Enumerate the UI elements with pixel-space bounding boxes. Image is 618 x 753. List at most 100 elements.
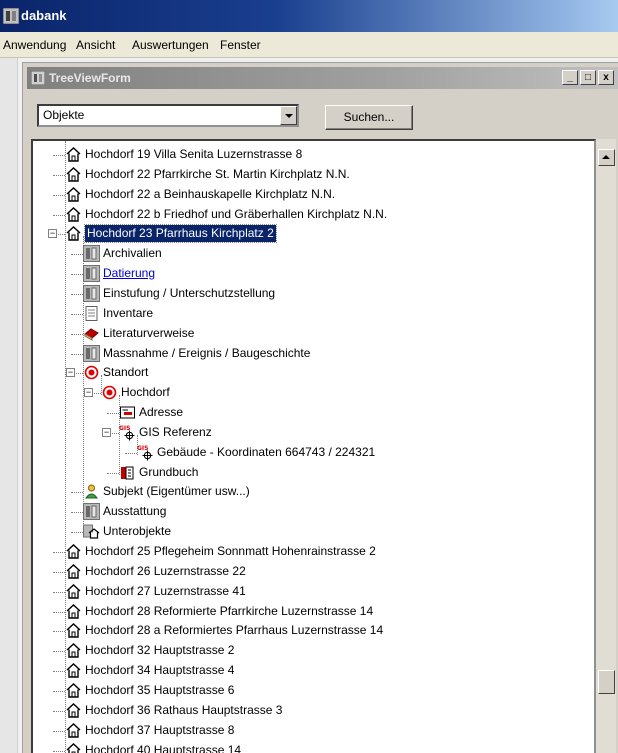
maximize-button[interactable]: □ bbox=[580, 70, 596, 85]
tree-item[interactable]: Hochdorf 26 Luzernstrasse 22 bbox=[65, 562, 594, 581]
svg-text:GIS: GIS bbox=[137, 445, 148, 452]
menu-fenster[interactable]: Fenster bbox=[220, 38, 261, 52]
minimize-button[interactable]: _ bbox=[562, 70, 578, 85]
tree-connector-line bbox=[53, 214, 65, 216]
house-icon bbox=[65, 702, 82, 719]
scroll-up-arrow-icon[interactable] bbox=[598, 149, 615, 166]
object-type-dropdown[interactable]: Objekte bbox=[37, 104, 299, 127]
window-titlebar[interactable]: TreeViewForm _ □ x bbox=[27, 67, 618, 89]
tree-connector-line bbox=[53, 690, 65, 692]
house-icon bbox=[65, 543, 82, 560]
tree-item[interactable]: Hochdorf 34 Hauptstrasse 4 bbox=[65, 661, 594, 680]
address-icon bbox=[119, 404, 136, 421]
da-icon bbox=[83, 245, 100, 263]
tree-item[interactable]: Hochdorf 25 Pflegeheim Sonnmatt Hohenrai… bbox=[65, 542, 594, 561]
tree-item[interactable]: Hochdorf 22 a Beinhauskapelle Kirchplatz… bbox=[65, 185, 594, 204]
house-icon bbox=[65, 146, 82, 163]
tree-collapse-toggle[interactable]: − bbox=[102, 427, 111, 437]
book-icon bbox=[83, 325, 100, 342]
app-title: dabank bbox=[21, 8, 67, 23]
gis-icon: GIS bbox=[137, 444, 154, 461]
tree-item-label: Hochdorf 34 Hauptstrasse 4 bbox=[85, 663, 235, 678]
tree-item[interactable]: Standort bbox=[83, 363, 594, 382]
tree-item[interactable]: GIS GIS Referenz bbox=[119, 423, 594, 442]
tree-connector-line bbox=[71, 313, 83, 315]
vertical-scrollbar[interactable] bbox=[596, 139, 616, 753]
tree-item[interactable]: Hochdorf 22 Pfarrkirche St. Martin Kirch… bbox=[65, 165, 594, 184]
tree-item[interactable]: Hochdorf 36 Rathaus Hauptstrasse 3 bbox=[65, 701, 594, 720]
tree-item[interactable]: Datierung bbox=[83, 264, 594, 283]
search-button[interactable]: Suchen... bbox=[325, 105, 413, 130]
dropdown-arrow-icon[interactable] bbox=[280, 106, 297, 125]
tree-item[interactable]: Hochdorf 28 Reformierte Pfarrkirche Luze… bbox=[65, 602, 594, 621]
tree-item-label: Hochdorf 26 Luzernstrasse 22 bbox=[85, 563, 246, 578]
tree-item[interactable]: Hochdorf 40 Hauptstrasse 14 bbox=[65, 741, 594, 753]
tree-item[interactable]: Hochdorf bbox=[101, 383, 594, 402]
tree-connector-line bbox=[53, 710, 65, 712]
tree-item-label: Hochdorf 22 Pfarrkirche St. Martin Kirch… bbox=[85, 166, 350, 181]
tree-collapse-toggle[interactable]: − bbox=[84, 388, 93, 398]
da-icon bbox=[83, 503, 100, 521]
location-icon bbox=[101, 384, 118, 401]
house-icon bbox=[65, 662, 82, 679]
tree-item[interactable]: GIS Gebäude - Koordinaten 664743 / 224321 bbox=[137, 443, 594, 462]
person-icon bbox=[83, 483, 100, 500]
tree-item-label: Archivalien bbox=[103, 246, 162, 261]
tree-item-label: Inventare bbox=[103, 305, 154, 320]
house-icon bbox=[65, 583, 82, 600]
tree-connector-line bbox=[53, 591, 65, 593]
scroll-thumb[interactable] bbox=[598, 670, 615, 694]
app-titlebar[interactable]: dabank bbox=[0, 0, 618, 32]
tree-view[interactable]: Hochdorf 19 Villa Senita Luzernstrasse 8… bbox=[31, 139, 596, 753]
tree-item-label: Hochdorf 37 Hauptstrasse 8 bbox=[85, 722, 235, 737]
menu-anwendung[interactable]: Anwendung bbox=[3, 38, 66, 52]
tree-item[interactable]: Subjekt (Eigentümer usw...) bbox=[83, 482, 594, 501]
house-icon bbox=[65, 166, 82, 183]
dropdown-value: Objekte bbox=[43, 108, 85, 122]
menu-ansicht[interactable]: Ansicht bbox=[76, 38, 115, 52]
background-window-edge bbox=[0, 58, 18, 753]
tree-item-label: Hochdorf 36 Rathaus Hauptstrasse 3 bbox=[85, 702, 283, 717]
close-button[interactable]: x bbox=[598, 70, 614, 85]
tree-connector-line bbox=[53, 571, 65, 573]
tree-item-label: Gebäude - Koordinaten 664743 / 224321 bbox=[157, 444, 376, 459]
tree-item[interactable]: Hochdorf 27 Luzernstrasse 41 bbox=[65, 582, 594, 601]
house-icon bbox=[65, 563, 82, 580]
tree-item[interactable]: Unterobjekte bbox=[83, 522, 594, 541]
tree-item[interactable]: Hochdorf 28 a Reformiertes Pfarrhaus Luz… bbox=[65, 621, 594, 640]
tree-collapse-toggle[interactable]: − bbox=[48, 229, 57, 239]
tree-connector-line bbox=[53, 194, 65, 196]
tree-item[interactable]: Ausstattung bbox=[83, 502, 594, 521]
tree-item[interactable]: Massnahme / Ereignis / Baugeschichte bbox=[83, 344, 594, 363]
window-title: TreeViewForm bbox=[49, 71, 131, 85]
app-logo-icon bbox=[2, 7, 20, 27]
tree-item-label: Hochdorf 19 Villa Senita Luzernstrasse 8 bbox=[85, 147, 303, 161]
tree-item[interactable]: Literaturverweise bbox=[83, 324, 594, 343]
tree-connector-line bbox=[107, 472, 119, 474]
tree-connector-line bbox=[53, 651, 65, 653]
house-icon bbox=[65, 642, 82, 659]
tree-connector-line bbox=[71, 492, 83, 494]
tree-item[interactable]: Einstufung / Unterschutzstellung bbox=[83, 284, 594, 303]
tree-item[interactable]: Adresse bbox=[119, 403, 594, 422]
da-icon bbox=[83, 284, 100, 302]
tree-item-label: Hochdorf 27 Luzernstrasse 41 bbox=[85, 583, 246, 598]
tree-item[interactable]: Hochdorf 19 Villa Senita Luzernstrasse 8 bbox=[65, 145, 594, 164]
tree-item-label: Hochdorf 22 b Friedhof und Gräberhallen … bbox=[85, 206, 388, 221]
tree-item[interactable]: Archivalien bbox=[83, 244, 594, 263]
tree-collapse-toggle[interactable]: − bbox=[66, 368, 75, 378]
treeview-window: TreeViewForm _ □ x Objekte Suchen... Hoc… bbox=[22, 62, 618, 753]
tree-item[interactable]: Hochdorf 32 Hauptstrasse 2 bbox=[65, 641, 594, 660]
tree-item[interactable]: Inventare bbox=[83, 304, 594, 323]
tree-connector-line bbox=[53, 671, 65, 673]
menu-auswertungen[interactable]: Auswertungen bbox=[132, 38, 209, 52]
tree-item[interactable]: Hochdorf 23 Pfarrhaus Kirchplatz 2 bbox=[65, 224, 594, 244]
tree-connector-line bbox=[71, 254, 83, 256]
tree-item[interactable]: Hochdorf 22 b Friedhof und Gräberhallen … bbox=[65, 205, 594, 224]
tree-item[interactable]: Hochdorf 35 Hauptstrasse 6 bbox=[65, 681, 594, 700]
tree-item[interactable]: Grundbuch bbox=[119, 463, 594, 482]
house-icon bbox=[65, 682, 82, 699]
tree-connector-line bbox=[53, 174, 65, 176]
tree-connector-line bbox=[71, 333, 83, 335]
tree-item[interactable]: Hochdorf 37 Hauptstrasse 8 bbox=[65, 721, 594, 740]
